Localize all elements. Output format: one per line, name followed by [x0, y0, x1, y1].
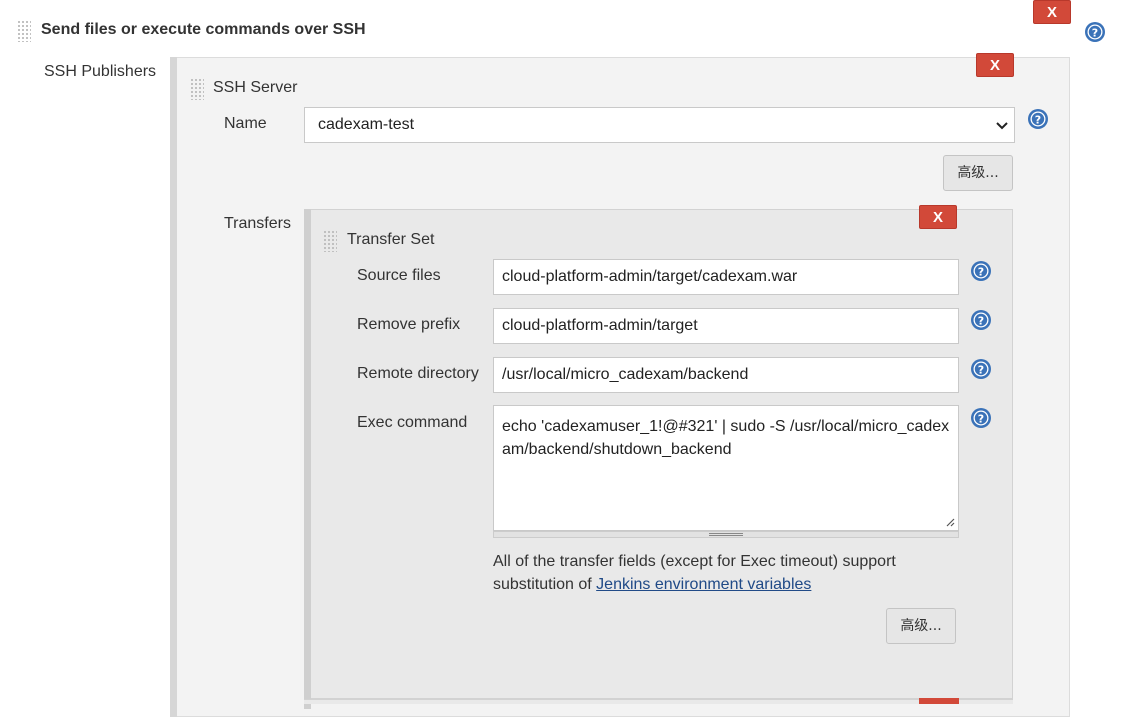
exec-command-label: Exec command: [357, 414, 468, 431]
transfer-fields-note: All of the transfer fields (except for E…: [493, 550, 923, 596]
svg-text:?: ?: [978, 266, 984, 279]
remote-directory-label: Remote directory: [357, 365, 479, 382]
delete-ssh-server-button[interactable]: X: [976, 53, 1014, 77]
source-files-input[interactable]: cloud-platform-admin/target/cadexam.war: [493, 259, 959, 295]
svg-text:?: ?: [1035, 114, 1041, 127]
remove-prefix-label: Remove prefix: [357, 316, 461, 333]
transfers-label: Transfers: [224, 215, 291, 232]
remote-directory-help-icon[interactable]: ?: [970, 358, 992, 380]
exec-command-help-icon[interactable]: ?: [970, 407, 992, 429]
transfer-set-advanced-button[interactable]: 高级...: [886, 608, 956, 644]
remove-prefix-input[interactable]: cloud-platform-admin/target: [493, 308, 959, 344]
ssh-server-name-select[interactable]: cadexam-test: [304, 107, 1015, 143]
ssh-server-name-value: cadexam-test: [318, 116, 415, 133]
next-transfer-set-edge: [304, 699, 1013, 704]
source-files-help-icon[interactable]: ?: [970, 260, 992, 282]
svg-text:?: ?: [1092, 27, 1098, 40]
svg-text:?: ?: [978, 315, 984, 328]
delete-section-button[interactable]: X: [1033, 0, 1071, 24]
section-drag-handle-icon[interactable]: [17, 20, 31, 42]
section-title: Send files or execute commands over SSH: [41, 21, 366, 38]
section-help-icon[interactable]: ?: [1084, 21, 1106, 43]
next-transfer-set-delete-button[interactable]: [919, 698, 959, 704]
exec-command-resize-bar[interactable]: [493, 531, 959, 538]
ssh-server-left-bar: [170, 57, 177, 717]
jenkins-environment-variables-link[interactable]: Jenkins environment variables: [596, 576, 811, 593]
transfer-set-left-bar: [304, 209, 311, 709]
transfer-set-drag-handle-icon[interactable]: [323, 230, 337, 252]
exec-command-value: echo 'cadexamuser_1!@#321' | sudo -S /us…: [502, 418, 950, 458]
remote-directory-input[interactable]: /usr/local/micro_cadexam/backend: [493, 357, 959, 393]
remove-prefix-help-icon[interactable]: ?: [970, 309, 992, 331]
source-files-label: Source files: [357, 267, 441, 284]
svg-text:?: ?: [978, 413, 984, 426]
ssh-server-name-help-icon[interactable]: ?: [1027, 108, 1049, 130]
transfer-set-title: Transfer Set: [347, 231, 435, 248]
chevron-down-icon: [996, 122, 1008, 130]
ssh-server-title: SSH Server: [213, 79, 298, 96]
svg-text:?: ?: [978, 364, 984, 377]
resize-grip-icon[interactable]: [945, 517, 955, 527]
delete-transfer-set-button[interactable]: X: [919, 205, 957, 229]
ssh-server-drag-handle-icon[interactable]: [190, 78, 204, 100]
ssh-server-name-label: Name: [224, 115, 267, 132]
ssh-server-advanced-button[interactable]: 高级...: [943, 155, 1013, 191]
ssh-publishers-label: SSH Publishers: [44, 63, 157, 80]
exec-command-textarea[interactable]: echo 'cadexamuser_1!@#321' | sudo -S /us…: [493, 405, 959, 531]
